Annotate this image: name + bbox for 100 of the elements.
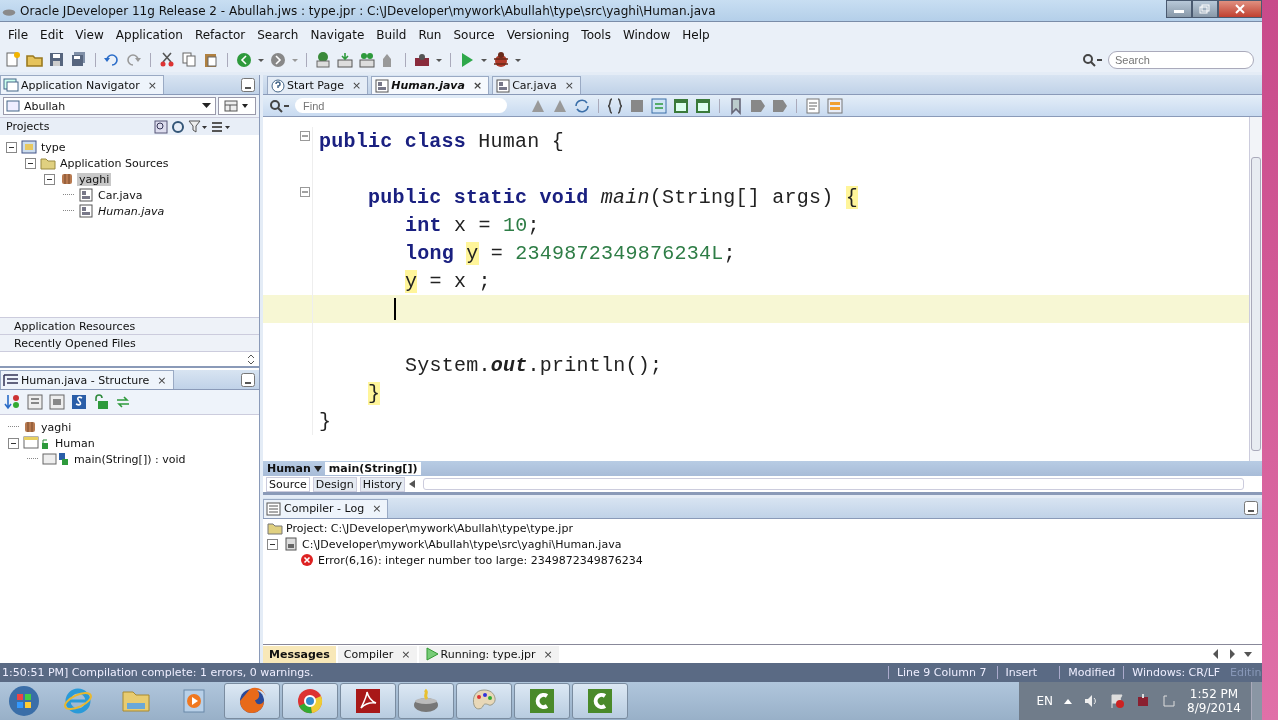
menu-item[interactable]: Help bbox=[676, 28, 716, 42]
lock-icon[interactable] bbox=[92, 393, 110, 411]
maximize-button[interactable] bbox=[1192, 0, 1218, 18]
close-button[interactable] bbox=[1218, 0, 1262, 18]
menu-item[interactable]: Application bbox=[109, 28, 189, 42]
new-file-icon[interactable] bbox=[4, 51, 22, 69]
projects-header[interactable]: Projects bbox=[6, 120, 50, 133]
left-arrow-icon[interactable] bbox=[407, 479, 416, 489]
fold-toggle[interactable] bbox=[300, 187, 310, 197]
output-tab[interactable]: Compiler × bbox=[337, 645, 417, 663]
search-field[interactable]: Search bbox=[1108, 51, 1254, 69]
menu-item[interactable]: Edit bbox=[34, 28, 70, 42]
search-icon[interactable] bbox=[269, 98, 291, 113]
menu-item[interactable]: Search bbox=[251, 28, 305, 42]
bug-icon[interactable] bbox=[492, 51, 510, 69]
show-hidden-icon[interactable] bbox=[1063, 697, 1074, 705]
view-tab[interactable]: History bbox=[359, 476, 405, 492]
menu-item[interactable]: View bbox=[69, 28, 110, 42]
menu-item[interactable]: Tools bbox=[575, 28, 617, 42]
output-tab[interactable]: Running: type.jpr × bbox=[418, 645, 559, 663]
back-circle-icon[interactable] bbox=[235, 51, 253, 69]
flag-icon[interactable] bbox=[1109, 693, 1126, 709]
menu-item[interactable]: Window bbox=[616, 28, 677, 42]
menu-item[interactable]: Run bbox=[412, 28, 448, 42]
window-icon[interactable] bbox=[672, 96, 690, 115]
panel-tab[interactable]: Compiler - Log × bbox=[263, 498, 389, 518]
language-indicator[interactable]: EN bbox=[1036, 694, 1054, 708]
menu-item[interactable]: Refactor bbox=[188, 28, 252, 42]
braces-icon[interactable] bbox=[606, 96, 624, 115]
menu-item[interactable]: Build bbox=[370, 28, 413, 42]
database-icon[interactable] bbox=[314, 51, 332, 69]
panel-tab[interactable]: Application Navigator × bbox=[0, 75, 164, 94]
tree-item[interactable]: Car.java bbox=[96, 188, 145, 202]
tree-item[interactable]: yaghi bbox=[39, 420, 74, 434]
caret-icon[interactable] bbox=[312, 464, 323, 473]
forward-circle-icon[interactable] bbox=[269, 51, 287, 69]
tree-toggle[interactable] bbox=[25, 157, 36, 169]
taskbar-button[interactable] bbox=[340, 683, 396, 719]
minimize-button[interactable] bbox=[1166, 0, 1192, 18]
taskbar-button[interactable] bbox=[224, 683, 280, 719]
search-icon[interactable] bbox=[154, 119, 168, 134]
sort-icon[interactable] bbox=[4, 393, 22, 411]
options-icon[interactable] bbox=[211, 119, 231, 134]
taskbar-button[interactable] bbox=[456, 683, 512, 719]
copy-icon[interactable] bbox=[180, 51, 198, 69]
clock-time[interactable]: 1:52 PM bbox=[1189, 687, 1239, 701]
tree-item[interactable]: main(String[]) : void bbox=[72, 452, 188, 466]
section-header[interactable]: Application Resources bbox=[0, 317, 259, 334]
filter-icon[interactable] bbox=[188, 119, 208, 134]
scrollbar[interactable] bbox=[1249, 117, 1262, 461]
tree-item[interactable]: Application Sources bbox=[58, 156, 171, 170]
minimize-icon[interactable] bbox=[241, 372, 255, 387]
search-icon[interactable] bbox=[1082, 53, 1104, 67]
editor-tab[interactable]: Car.java × bbox=[492, 76, 581, 94]
window-icon[interactable] bbox=[694, 96, 712, 115]
document-icon[interactable] bbox=[804, 96, 822, 115]
menu-item[interactable]: Navigate bbox=[304, 28, 371, 42]
tree-item[interactable]: yaghi bbox=[77, 172, 112, 186]
editor-tab[interactable]: Human.java × bbox=[371, 76, 490, 94]
tree-toggle[interactable] bbox=[267, 538, 278, 550]
minimize-icon[interactable] bbox=[241, 77, 255, 92]
tree-item[interactable]: Human.java bbox=[96, 204, 167, 218]
find-field[interactable]: Find bbox=[295, 98, 507, 113]
menu-item[interactable]: Versioning bbox=[500, 28, 576, 42]
view-tab[interactable]: Source bbox=[266, 476, 310, 492]
tree-toggle[interactable] bbox=[44, 173, 55, 185]
tree-item[interactable]: Human bbox=[53, 436, 97, 450]
taskbar-button[interactable] bbox=[514, 683, 570, 719]
redo-icon[interactable] bbox=[125, 51, 143, 69]
clock-date[interactable]: 8/9/2014 bbox=[1187, 701, 1241, 715]
section-header[interactable]: Recently Opened Files bbox=[0, 334, 259, 351]
panel-tab[interactable]: Human.java - Structure × bbox=[0, 370, 174, 389]
build-icon[interactable] bbox=[336, 51, 354, 69]
fold-toggle[interactable] bbox=[300, 131, 310, 141]
expand-arrows-icon[interactable] bbox=[247, 354, 255, 364]
breadcrumb-item[interactable]: Human bbox=[267, 462, 311, 475]
view-tab[interactable]: Design bbox=[312, 476, 357, 492]
scrollbar[interactable] bbox=[422, 478, 1244, 490]
swap-icon[interactable] bbox=[650, 96, 668, 115]
taskbar-button[interactable] bbox=[572, 683, 628, 719]
application-menu-button[interactable] bbox=[218, 97, 256, 115]
clipboard-icon[interactable] bbox=[202, 51, 220, 69]
rebuild-icon[interactable] bbox=[358, 51, 376, 69]
static-icon[interactable] bbox=[70, 393, 88, 411]
tree-toggle[interactable] bbox=[6, 141, 17, 153]
fields-icon[interactable] bbox=[26, 393, 44, 411]
taskbar-button[interactable] bbox=[398, 683, 454, 719]
minimize-icon[interactable] bbox=[1244, 501, 1258, 515]
taskbar-button[interactable] bbox=[282, 683, 338, 719]
undo-icon[interactable] bbox=[103, 51, 121, 69]
application-dropdown[interactable]: Abullah bbox=[3, 97, 216, 115]
tree-item[interactable]: type bbox=[39, 140, 68, 154]
refresh-icon[interactable] bbox=[171, 119, 185, 134]
output-tab[interactable]: Messages bbox=[263, 645, 336, 663]
deploy-icon[interactable] bbox=[413, 51, 431, 69]
tree-toggle[interactable] bbox=[8, 437, 19, 449]
editor-tab[interactable]: Start Page × bbox=[267, 76, 369, 94]
menu-item[interactable]: File bbox=[2, 28, 35, 42]
menu-item[interactable]: Source bbox=[447, 28, 501, 42]
scissors-icon[interactable] bbox=[158, 51, 176, 69]
